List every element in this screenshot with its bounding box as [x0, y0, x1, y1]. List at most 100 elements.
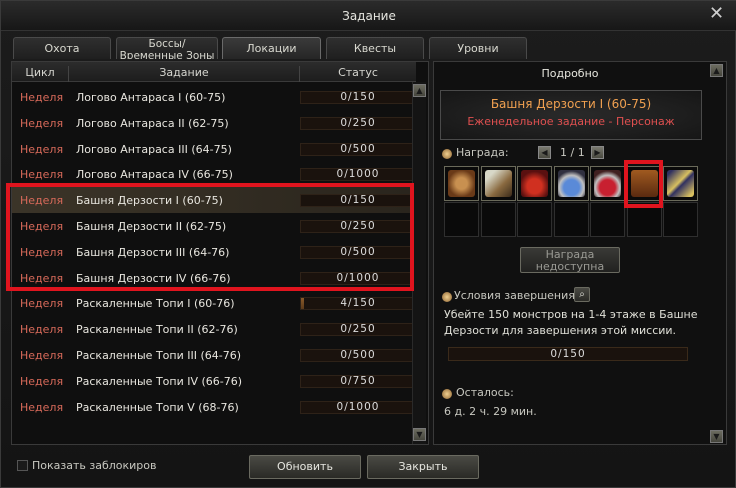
table-row[interactable]: Неделя Раскаленные Топи II (62-76) 0/250: [12, 316, 416, 342]
remaining-value: 6 д. 2 ч. 29 мин.: [444, 405, 537, 418]
highlight-frame: [6, 183, 414, 291]
reward-slot[interactable]: [553, 166, 589, 201]
row-quest-name: Логово Антараса I (60-75): [76, 91, 226, 104]
row-progress-bar: 0/1000: [300, 168, 416, 182]
condition-progress-text: 0/150: [550, 348, 586, 360]
row-progress-bar: 0/500: [300, 349, 416, 362]
show-locked-label: Показать заблокиров: [32, 459, 157, 472]
list-header: Цикл Задание Статус: [12, 62, 416, 82]
row-status: 0/250: [340, 323, 376, 336]
row-quest-name: Логово Антараса II (62-75): [76, 116, 229, 130]
red-potion-icon: [521, 170, 548, 197]
empty-slot: [553, 202, 589, 237]
row-progress-bar: 0/250: [300, 323, 416, 337]
scroll-down-icon[interactable]: ▼: [413, 428, 426, 441]
reward-label: Награда:: [456, 146, 509, 159]
reward-highlight-frame: [624, 160, 663, 208]
list-scrollbar[interactable]: ▲ ▼: [412, 82, 426, 444]
reward-page: 1 / 1: [560, 146, 585, 159]
row-cycle: Неделя: [20, 91, 64, 104]
details-header: Подробно: [541, 67, 599, 80]
row-progress-bar: 0/150: [300, 91, 416, 104]
row-status: 0/500: [340, 142, 376, 155]
tab-bosses[interactable]: Боссы/ Временные Зоны: [116, 37, 218, 59]
next-page-icon[interactable]: ▶: [591, 146, 604, 159]
row-progress-bar: 4/150: [300, 297, 416, 311]
reward-slot[interactable]: [517, 166, 552, 201]
header-cycle: Цикл: [25, 66, 55, 79]
close-button[interactable]: Закрыть: [367, 455, 479, 479]
tab-locations[interactable]: Локации: [222, 37, 321, 59]
table-row[interactable]: Неделя Логово Антараса II (62-75) 0/250: [12, 110, 416, 136]
details-panel: Подробно Башня Дерзости I (60-75) Еженед…: [433, 61, 727, 445]
row-cycle: Неделя: [20, 400, 64, 414]
details-scrollbar[interactable]: ▲ ▼: [708, 62, 724, 444]
reward-slot[interactable]: [444, 166, 479, 201]
reward-slot[interactable]: [480, 166, 516, 201]
refresh-button[interactable]: Обновить: [249, 455, 361, 479]
row-quest-name: Раскаленные Топи II (62-76): [76, 323, 238, 337]
show-locked-checkbox[interactable]: [17, 460, 28, 471]
title-bar: Задание ✕: [1, 1, 736, 31]
condition-icon: [442, 292, 452, 302]
row-progress-bar: 0/500: [300, 142, 416, 156]
prev-page-icon[interactable]: ◀: [538, 146, 551, 159]
condition-text: Убейте 150 монстров на 1-4 этаже в Башне…: [444, 308, 698, 337]
blue-potion-icon: [557, 170, 585, 197]
crossed-swords-icon: [667, 170, 694, 197]
table-row[interactable]: Неделя Раскаленные Топи V (68-76) 0/1000: [12, 394, 416, 420]
remaining-label: Осталось:: [456, 386, 514, 399]
row-status: 0/1000: [336, 168, 380, 181]
window-title: Задание: [342, 9, 396, 23]
quest-info-box: Башня Дерзости I (60-75) Еженедельное за…: [440, 90, 702, 140]
quest-subtitle: Еженедельное задание - Персонаж: [467, 115, 675, 128]
row-status: 0/150: [340, 91, 376, 103]
tab-hunting[interactable]: Охота: [13, 37, 111, 59]
details-scroll-up-icon[interactable]: ▲: [710, 64, 723, 77]
row-progress-bar: 0/1000: [300, 400, 416, 414]
reward-button[interactable]: Награда недоступна: [520, 247, 620, 273]
scroll-up-icon[interactable]: ▲: [413, 84, 426, 97]
row-cycle: Неделя: [20, 323, 64, 337]
row-cycle: Неделя: [20, 297, 64, 311]
table-row[interactable]: Неделя Раскаленные Топи III (64-76) 0/500: [12, 342, 416, 368]
row-status: 0/750: [340, 374, 376, 387]
empty-slot: [517, 202, 552, 237]
empty-slot: [480, 202, 516, 237]
close-icon[interactable]: ✕: [709, 5, 725, 23]
header-quest: Задание: [159, 66, 209, 79]
row-progress-bar: 0/250: [300, 116, 416, 130]
table-row[interactable]: Неделя Раскаленные Топи IV (66-76) 0/750: [12, 368, 416, 394]
row-cycle: Неделя: [20, 142, 64, 156]
quest-title: Башня Дерзости I (60-75): [490, 97, 652, 111]
header-status: Статус: [338, 66, 378, 79]
empty-slot: [444, 202, 479, 237]
condition-progress-bar: 0/150: [448, 347, 688, 361]
table-row[interactable]: Неделя Раскаленные Топи I (60-76) 4/150: [12, 290, 416, 316]
details-scroll-down-icon[interactable]: ▼: [710, 430, 723, 443]
row-quest-name: Раскаленные Топи I (60-76): [76, 297, 235, 311]
tab-levels[interactable]: Уровни: [429, 37, 527, 59]
coin-icon: [442, 149, 452, 159]
quest-window: Задание ✕ Охота Боссы/ Временные Зоны Ло…: [0, 0, 736, 488]
row-cycle: Неделя: [20, 168, 64, 182]
row-cycle: Неделя: [20, 116, 64, 130]
row-quest-name: Раскаленные Топи IV (66-76): [76, 374, 243, 388]
compass-icon: [448, 170, 475, 197]
clock-icon: [442, 389, 452, 399]
search-icon[interactable]: ⌕: [574, 287, 590, 302]
row-quest-name: Раскаленные Топи III (64-76): [76, 349, 241, 362]
reward-slot[interactable]: [663, 166, 698, 201]
row-status: 4/150: [340, 297, 376, 310]
row-status: 0/250: [340, 116, 376, 129]
table-row[interactable]: Неделя Логово Антараса III (64-75) 0/500: [12, 136, 416, 162]
empty-slot: [590, 202, 625, 237]
row-status: 0/500: [340, 349, 376, 361]
red-flask-icon: [594, 170, 621, 197]
row-cycle: Неделя: [20, 349, 64, 362]
table-row[interactable]: Неделя Логово Антараса I (60-75) 0/150: [12, 84, 416, 110]
tab-quests[interactable]: Квесты: [326, 37, 424, 59]
reward-slot[interactable]: [590, 166, 625, 201]
row-quest-name: Логово Антараса III (64-75): [76, 142, 232, 156]
row-quest-name: Логово Антараса IV (66-75): [76, 168, 233, 182]
